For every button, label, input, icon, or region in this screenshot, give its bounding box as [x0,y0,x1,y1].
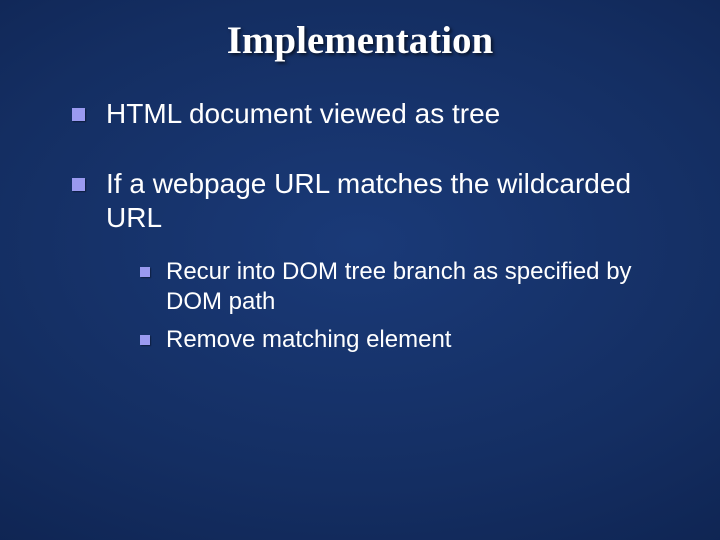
list-item: If a webpage URL matches the wildcarded … [72,167,672,355]
list-item-text: Remove matching element [166,326,451,353]
list-item: HTML document viewed as tree [72,97,672,131]
list-item-text: Recur into DOM tree branch as specified … [166,258,632,315]
list-item-text: If a webpage URL matches the wildcarded … [106,168,631,233]
slide: Implementation HTML document viewed as t… [0,0,720,540]
list-item-text: HTML document viewed as tree [106,98,500,129]
slide-title: Implementation [0,18,720,63]
list-item: Remove matching element [140,325,672,355]
list-item: Recur into DOM tree branch as specified … [140,257,672,317]
bullet-list: HTML document viewed as tree If a webpag… [0,97,720,355]
sub-bullet-list: Recur into DOM tree branch as specified … [106,257,672,354]
